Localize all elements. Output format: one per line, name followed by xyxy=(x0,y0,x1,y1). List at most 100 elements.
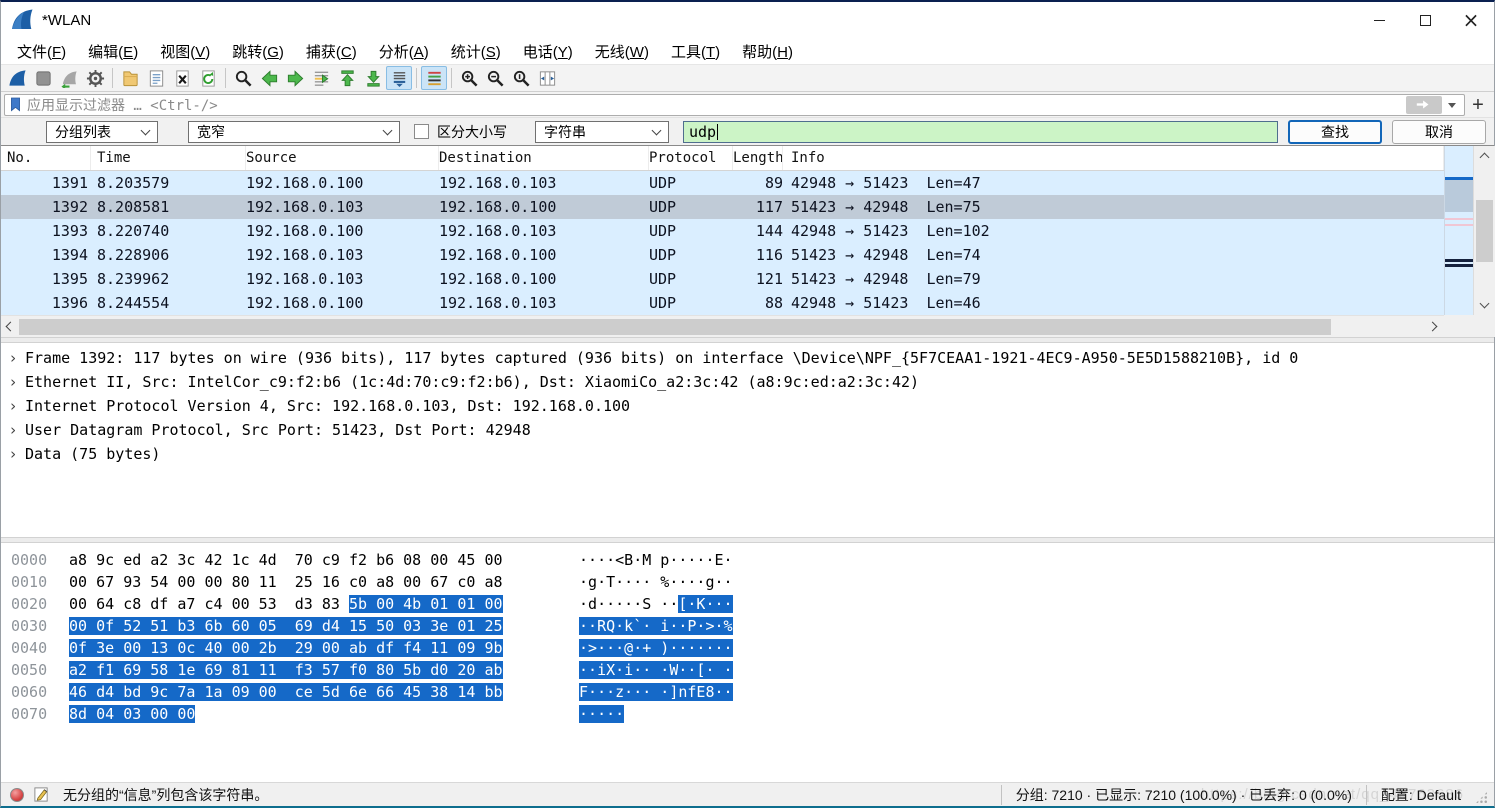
hex-bytes: 00 0f 52 51 b3 6b 60 05 69 d4 15 50 03 3… xyxy=(69,617,503,635)
menu-wireless[interactable]: 无线(W) xyxy=(586,39,658,64)
minimap-visible-range xyxy=(1445,180,1473,212)
minimize-button[interactable] xyxy=(1356,2,1402,38)
open-file-icon[interactable] xyxy=(117,66,143,90)
wireshark-shark-fin-icon xyxy=(10,8,34,32)
stop-capture-icon[interactable] xyxy=(30,66,56,90)
hex-row[interactable]: 0000a8 9c ed a2 3c 42 1c 4d 70 c9 f2 b6 … xyxy=(1,549,1494,571)
cell-time: 8.228906 xyxy=(91,243,246,267)
menu-go[interactable]: 跳转(G) xyxy=(223,39,293,64)
go-top-icon[interactable] xyxy=(334,66,360,90)
hex-row[interactable]: 00708d 04 03 00 00····· xyxy=(1,703,1494,725)
scroll-up-icon[interactable] xyxy=(1480,153,1490,163)
column-header-time[interactable]: Time xyxy=(91,146,246,170)
go-bottom-icon[interactable] xyxy=(360,66,386,90)
hex-row[interactable]: 0050a2 f1 69 58 1e 69 81 11 f3 57 f0 80 … xyxy=(1,659,1494,681)
profile-selector[interactable]: 配置: Default xyxy=(1366,785,1475,805)
cancel-button[interactable]: 取消 xyxy=(1392,120,1486,144)
packet-row[interactable]: 13918.203579192.168.0.100192.168.0.103UD… xyxy=(1,171,1444,195)
go-forward-icon[interactable] xyxy=(282,66,308,90)
packet-row[interactable]: 13928.208581192.168.0.103192.168.0.100UD… xyxy=(1,195,1444,219)
zoom-in-icon[interactable] xyxy=(456,66,482,90)
auto-scroll-icon[interactable] xyxy=(386,66,412,90)
menu-statistics[interactable]: 统计(S) xyxy=(442,39,510,64)
column-header-info[interactable]: Info xyxy=(783,146,1444,170)
packet-row[interactable]: 13958.239962192.168.0.103192.168.0.100UD… xyxy=(1,267,1444,291)
capture-options-icon[interactable] xyxy=(82,66,108,90)
detail-line[interactable]: ›Ethernet II, Src: IntelCor_c9:f2:b6 (1c… xyxy=(1,370,1494,394)
menu-view[interactable]: 视图(V) xyxy=(151,39,219,64)
packet-rows: 13918.203579192.168.0.100192.168.0.103UD… xyxy=(1,171,1444,315)
menu-file[interactable]: 文件(F) xyxy=(8,39,75,64)
colorize-icon[interactable] xyxy=(421,66,447,90)
capture-comment-icon[interactable] xyxy=(33,786,50,803)
detail-line[interactable]: ›Internet Protocol Version 4, Src: 192.1… xyxy=(1,394,1494,418)
filter-bookmark-icon[interactable] xyxy=(9,96,22,113)
find-packet-icon[interactable] xyxy=(230,66,256,90)
hex-row[interactable]: 00400f 3e 00 13 0c 40 00 2b 29 00 ab df … xyxy=(1,637,1494,659)
hex-row[interactable]: 001000 67 93 54 00 00 80 11 25 16 c0 a8 … xyxy=(1,571,1494,593)
zoom-out-icon[interactable] xyxy=(482,66,508,90)
packet-row[interactable]: 13938.220740192.168.0.100192.168.0.103UD… xyxy=(1,219,1444,243)
reload-file-icon[interactable] xyxy=(195,66,221,90)
horizontal-scrollbar-thumb[interactable] xyxy=(19,319,1331,335)
search-type-select[interactable]: 字符串 xyxy=(535,121,669,143)
search-scope-select[interactable]: 分组列表 xyxy=(46,121,158,143)
hex-row[interactable]: 003000 0f 52 51 b3 6b 60 05 69 d4 15 50 … xyxy=(1,615,1494,637)
expert-info-icon[interactable] xyxy=(10,788,24,802)
scroll-right-icon[interactable] xyxy=(1428,322,1438,332)
cell-dst: 192.168.0.100 xyxy=(439,195,649,219)
hex-row[interactable]: 002000 64 c8 df a7 c4 00 53 d3 83 5b 00 … xyxy=(1,593,1494,615)
resize-columns-icon[interactable] xyxy=(534,66,560,90)
column-header-len[interactable]: Length xyxy=(733,146,783,170)
close-button[interactable]: × xyxy=(1448,2,1494,38)
menu-analyze[interactable]: 分析(A) xyxy=(370,39,438,64)
find-button[interactable]: 查找 xyxy=(1288,120,1382,144)
add-filter-button[interactable]: + xyxy=(1465,93,1491,117)
go-back-icon[interactable] xyxy=(256,66,282,90)
expand-chevron-icon[interactable]: › xyxy=(1,346,25,370)
resize-grip[interactable] xyxy=(1475,791,1488,804)
start-capture-icon[interactable] xyxy=(4,66,30,90)
menu-capture[interactable]: 捕获(C) xyxy=(297,39,366,64)
save-file-icon[interactable] xyxy=(143,66,169,90)
column-header-proto[interactable]: Protocol xyxy=(649,146,733,170)
maximize-button[interactable] xyxy=(1402,2,1448,38)
apply-filter-button[interactable] xyxy=(1406,96,1442,114)
expand-chevron-icon[interactable]: › xyxy=(1,418,25,442)
hex-row[interactable]: 006046 d4 bd 9c 7a 1a 09 00 ce 5d 6e 66 … xyxy=(1,681,1494,703)
detail-line[interactable]: ›Frame 1392: 117 bytes on wire (936 bits… xyxy=(1,346,1494,370)
menu-edit[interactable]: 编辑(E) xyxy=(79,39,147,64)
column-header-no[interactable]: No. xyxy=(1,146,91,170)
column-header-dst[interactable]: Destination xyxy=(439,146,649,170)
restart-capture-icon[interactable] xyxy=(56,66,82,90)
go-to-packet-icon[interactable] xyxy=(308,66,334,90)
find-bar: 分组列表 宽窄 区分大小写 字符串 udp 查找 取消 xyxy=(1,118,1494,146)
toolbar-separator xyxy=(112,68,113,88)
expand-chevron-icon[interactable]: › xyxy=(1,370,25,394)
hex-ascii: ·d·····S ··[·K··· xyxy=(579,593,733,615)
scroll-down-icon[interactable] xyxy=(1480,299,1490,309)
menu-tools[interactable]: 工具(T) xyxy=(662,39,729,64)
scroll-left-icon[interactable] xyxy=(6,322,16,332)
horizontal-scrollbar[interactable] xyxy=(1,315,1444,337)
packet-row[interactable]: 13948.228906192.168.0.103192.168.0.100UD… xyxy=(1,243,1444,267)
vertical-scrollbar[interactable] xyxy=(1473,146,1495,315)
intelligent-scrollbar-minimap[interactable] xyxy=(1444,146,1473,315)
expand-chevron-icon[interactable]: › xyxy=(1,442,25,466)
display-filter-input[interactable]: 应用显示过滤器 … <Ctrl-/> xyxy=(4,94,1465,116)
filter-dropdown-caret-icon[interactable] xyxy=(1448,103,1456,112)
menu-help[interactable]: 帮助(H) xyxy=(733,39,802,64)
detail-line[interactable]: ›User Datagram Protocol, Src Port: 51423… xyxy=(1,418,1494,442)
close-file-icon[interactable] xyxy=(169,66,195,90)
search-input[interactable]: udp xyxy=(683,121,1278,143)
column-header-src[interactable]: Source xyxy=(246,146,439,170)
vertical-scrollbar-thumb[interactable] xyxy=(1476,200,1493,262)
zoom-100-icon[interactable] xyxy=(508,66,534,90)
chevron-down-icon xyxy=(652,125,662,135)
menu-telephony[interactable]: 电话(Y) xyxy=(514,39,582,64)
detail-line[interactable]: ›Data (75 bytes) xyxy=(1,442,1494,466)
case-sensitive-checkbox[interactable] xyxy=(414,124,429,139)
packet-row[interactable]: 13968.244554192.168.0.100192.168.0.103UD… xyxy=(1,291,1444,315)
search-charset-select[interactable]: 宽窄 xyxy=(188,121,400,143)
expand-chevron-icon[interactable]: › xyxy=(1,394,25,418)
